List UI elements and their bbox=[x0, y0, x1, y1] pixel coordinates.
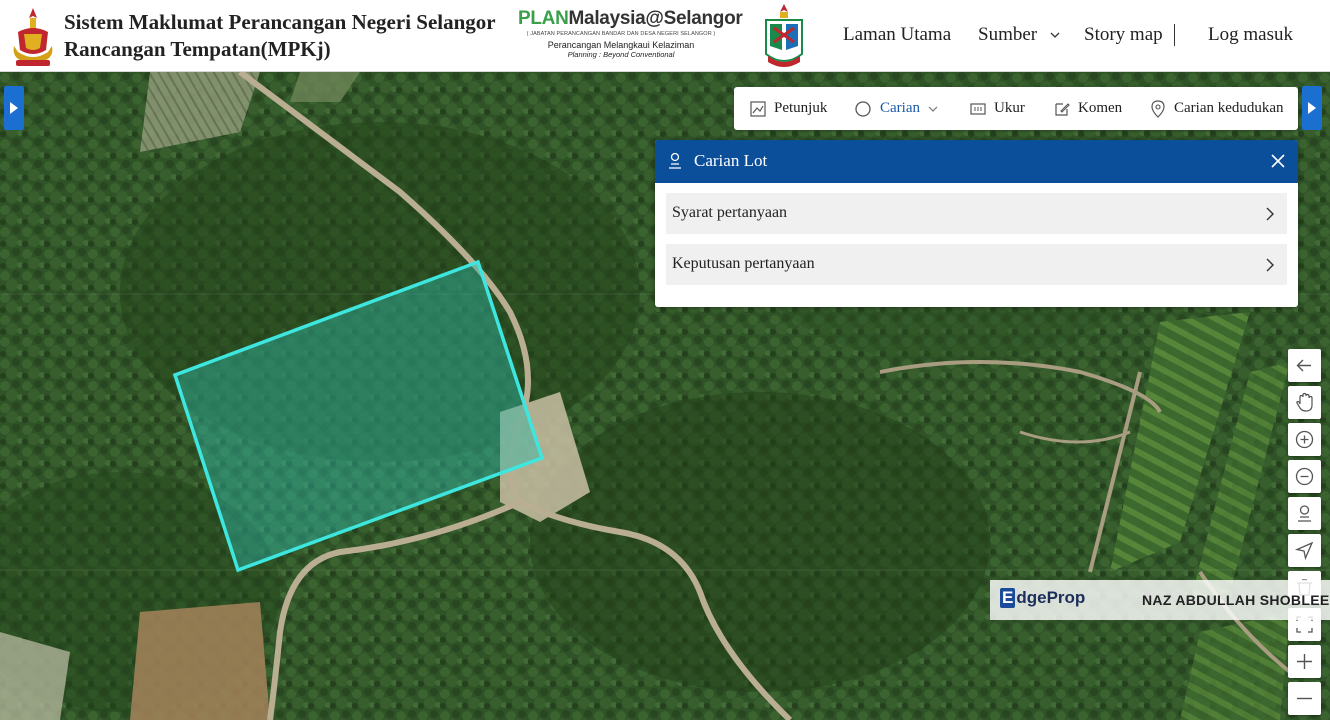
tool-measure[interactable]: Ukur bbox=[970, 87, 1025, 130]
search-icon bbox=[855, 100, 871, 117]
zoom-in-icon bbox=[1295, 430, 1314, 449]
selangor-crest-icon bbox=[13, 8, 53, 66]
council-logo-icon bbox=[765, 4, 803, 67]
chevron-down-icon bbox=[928, 106, 938, 112]
chevron-down-icon[interactable] bbox=[1050, 30, 1060, 40]
back-button[interactable] bbox=[1288, 349, 1321, 382]
tool-legend[interactable]: Petunjuk bbox=[750, 87, 827, 130]
left-panel-expand-button[interactable] bbox=[4, 86, 24, 130]
nav-story-map-link[interactable]: Story map bbox=[1084, 24, 1163, 46]
edgeprop-watermark: EdgeProp NAZ ABDULLAH SHOBLEE bbox=[990, 580, 1330, 620]
zoom-out-icon bbox=[1295, 467, 1314, 486]
app-title: Sistem Maklumat Perancangan Negeri Selan… bbox=[64, 10, 496, 34]
app-subtitle: Rancangan Tempatan(MPKj) bbox=[64, 37, 331, 61]
query-results-label: Keputusan pertanyaan bbox=[672, 255, 815, 272]
plus-icon bbox=[1297, 654, 1312, 669]
triangle-right-icon bbox=[1308, 102, 1316, 114]
location-pin-icon bbox=[1151, 99, 1165, 118]
query-conditions-row[interactable]: Syarat pertanyaan bbox=[666, 193, 1287, 234]
zoom-in-button[interactable] bbox=[1288, 423, 1321, 456]
minus-icon bbox=[1297, 697, 1312, 700]
planmalaysia-logo: PLANMalaysia@Selangor ( JABATAN PERANCAN… bbox=[518, 8, 743, 66]
nav-resources-menu[interactable]: Sumber bbox=[978, 24, 1037, 46]
plan-brand-b: Malaysia@Selangor bbox=[568, 8, 743, 29]
tool-search-label: Carian bbox=[880, 100, 920, 116]
close-icon[interactable] bbox=[1271, 154, 1285, 168]
tool-comment[interactable]: Komen bbox=[1054, 87, 1122, 130]
comment-icon bbox=[1055, 102, 1070, 116]
right-panel-expand-button[interactable] bbox=[1302, 86, 1322, 130]
tool-comment-label: Komen bbox=[1078, 100, 1123, 116]
person-icon bbox=[1298, 505, 1311, 522]
nav-home-link[interactable]: Laman Utama bbox=[843, 24, 951, 46]
nav-divider bbox=[1174, 24, 1175, 46]
measure-icon bbox=[970, 102, 986, 115]
triangle-right-icon bbox=[10, 102, 18, 114]
header: Sistem Maklumat Perancangan Negeri Selan… bbox=[0, 0, 1330, 72]
pan-hand-icon bbox=[1296, 392, 1313, 412]
chevron-right-icon bbox=[1266, 258, 1274, 272]
person-icon bbox=[669, 152, 681, 169]
agent-name: NAZ ABDULLAH SHOBLEE bbox=[1142, 592, 1330, 608]
person-button[interactable] bbox=[1288, 497, 1321, 530]
tool-location-search-label: Carian kedudukan bbox=[1174, 100, 1284, 116]
plan-subtitle: ( JABATAN PERANCANGAN BANDAR DAN DESA NE… bbox=[526, 31, 716, 37]
plus-button[interactable] bbox=[1288, 645, 1321, 678]
edgeprop-logo-text: dgeProp bbox=[1016, 588, 1086, 607]
panel-title: Carian Lot bbox=[694, 151, 768, 170]
legend-icon bbox=[750, 100, 766, 117]
chevron-right-icon bbox=[1266, 207, 1274, 221]
navigate-icon bbox=[1294, 541, 1314, 561]
zoom-out-button[interactable] bbox=[1288, 460, 1321, 493]
edgeprop-logo-initial: E bbox=[1000, 588, 1016, 608]
map-toolbar: Petunjuk Carian Ukur Komen Carian kedudu… bbox=[734, 87, 1298, 130]
tool-search[interactable]: Carian bbox=[854, 87, 938, 130]
panel-header: Carian Lot bbox=[655, 140, 1298, 183]
navigate-button[interactable] bbox=[1288, 534, 1321, 567]
pan-button[interactable] bbox=[1288, 386, 1321, 419]
query-conditions-label: Syarat pertanyaan bbox=[672, 204, 788, 221]
plan-brand-a: PLAN bbox=[518, 8, 569, 29]
plan-tagline-en: Planning : Beyond Conventional bbox=[567, 50, 675, 59]
edgeprop-logo: EdgeProp bbox=[1000, 588, 1085, 608]
lot-search-panel: Carian Lot Syarat pertanyaan Keputusan p… bbox=[655, 140, 1298, 307]
tool-location-search[interactable]: Carian kedudukan bbox=[1150, 87, 1284, 130]
tool-legend-label: Petunjuk bbox=[774, 100, 828, 116]
tool-measure-label: Ukur bbox=[994, 100, 1025, 116]
nav-login-link[interactable]: Log masuk bbox=[1208, 24, 1293, 46]
back-arrow-icon bbox=[1296, 359, 1311, 372]
plan-tagline: Perancangan Melangkaui Kelaziman bbox=[547, 40, 695, 50]
query-results-row[interactable]: Keputusan pertanyaan bbox=[666, 244, 1287, 285]
minus-button[interactable] bbox=[1288, 682, 1321, 715]
